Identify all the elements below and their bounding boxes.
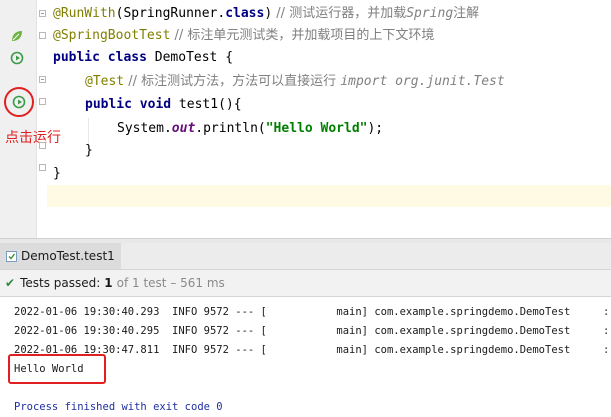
code-line-6: System.out.println("Hello World"); bbox=[117, 121, 384, 136]
process-finished-line: Process finished with exit code 0 bbox=[14, 401, 223, 413]
console-edge-char: : bbox=[603, 344, 610, 356]
hello-output-highlight-box bbox=[8, 354, 106, 384]
fold-marker[interactable] bbox=[39, 76, 46, 83]
code-editor[interactable]: 点击运行 @RunWith(SpringRunner.class) // 测试运… bbox=[0, 0, 611, 238]
fold-marker[interactable] bbox=[39, 142, 46, 149]
current-line-highlight bbox=[47, 185, 611, 207]
code-line-8: } bbox=[53, 166, 61, 181]
code-line-7: } bbox=[85, 143, 93, 158]
code-line-3: public class DemoTest { bbox=[53, 50, 234, 65]
fold-marker[interactable] bbox=[39, 10, 46, 17]
console-log-line: 2022-01-06 19:30:40.295 INFO 9572 --- [ … bbox=[14, 325, 571, 337]
click-run-annotation: 点击运行 bbox=[5, 130, 61, 146]
code-line-5: public void test1(){ bbox=[85, 97, 242, 112]
code-line-2: @SpringBootTest // 标注单元测试类，并加载项目的上下文环境 bbox=[53, 28, 435, 43]
test-status-bar: ✔ Tests passed: 1 of 1 test – 561 ms bbox=[0, 270, 611, 297]
run-tab-label: DemoTest.test1 bbox=[21, 249, 115, 263]
tests-passed-label: Tests passed: bbox=[20, 276, 101, 290]
run-tool-window-tabs: DemoTest.test1 bbox=[0, 243, 611, 270]
spring-bean-icon[interactable] bbox=[10, 29, 24, 43]
test-run-icon bbox=[6, 250, 17, 262]
fold-marker[interactable] bbox=[39, 164, 46, 171]
console-edge-char: : bbox=[603, 306, 610, 318]
fold-marker[interactable] bbox=[39, 32, 46, 39]
code-line-1: @RunWith(SpringRunner.class) // 测试运行器，并加… bbox=[53, 6, 480, 21]
code-line-4: @Test // 标注测试方法，方法可以直接运行 import org.juni… bbox=[85, 74, 505, 89]
run-tab-demotest-test1[interactable]: DemoTest.test1 bbox=[0, 243, 121, 269]
tests-passed-detail: of 1 test – 561 ms bbox=[116, 276, 225, 290]
check-icon: ✔ bbox=[5, 276, 16, 290]
run-class-icon[interactable] bbox=[10, 51, 24, 65]
fold-marker[interactable] bbox=[39, 98, 46, 105]
console-log-line: 2022-01-06 19:30:40.293 INFO 9572 --- [ … bbox=[14, 306, 571, 318]
tests-passed-count: 1 bbox=[104, 276, 113, 290]
run-test-highlight-circle bbox=[4, 87, 34, 117]
console-edge-char: : bbox=[603, 325, 610, 337]
